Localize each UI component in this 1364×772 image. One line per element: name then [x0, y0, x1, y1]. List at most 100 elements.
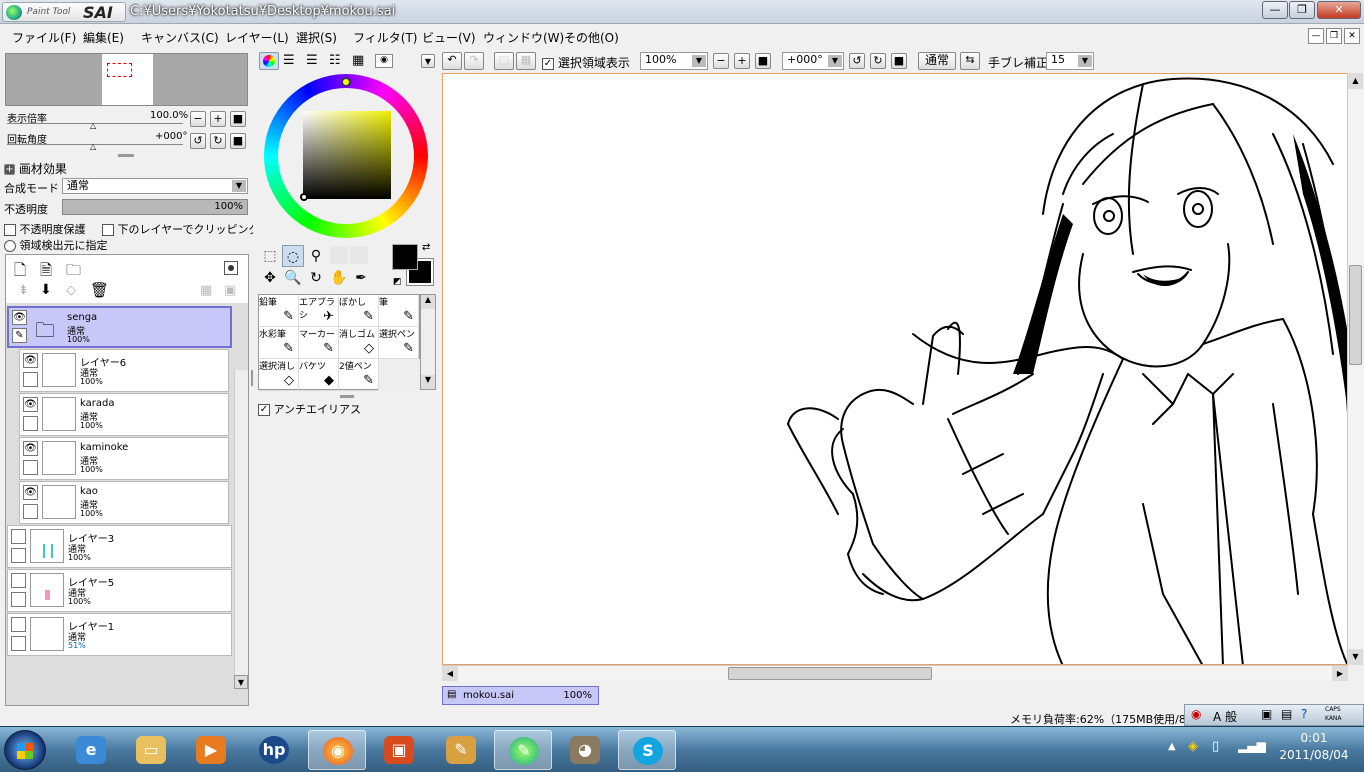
menu-filter[interactable]: フィルタ(T)	[353, 29, 417, 46]
taskbar-hp[interactable]: hp	[245, 730, 303, 770]
zoom-reset-button[interactable]: ■	[755, 53, 771, 69]
rotate-left-button[interactable]: ↺	[849, 53, 865, 69]
tray-network-icon[interactable]: ▂▄▆	[1238, 739, 1266, 753]
rotate-right-button[interactable]: ↻	[870, 53, 886, 69]
flip-button[interactable]: ⇆	[960, 52, 980, 70]
close-button[interactable]: ✕	[1317, 1, 1361, 19]
taskbar-media[interactable]: ▶	[182, 730, 240, 770]
taskbar-app[interactable]: ▣	[370, 730, 428, 770]
rotate-left-button[interactable]: ↺	[190, 133, 206, 149]
layer-item-karada[interactable]: 👁 karada 通常 100%	[19, 393, 229, 436]
transparent-color-icon[interactable]: ◩	[393, 277, 402, 287]
drawing-canvas[interactable]	[442, 73, 1348, 665]
angle-select[interactable]: +000° ▼	[782, 52, 844, 70]
new-folder-icon[interactable]: 🗀	[66, 260, 81, 285]
stabilizer-select[interactable]: 15 ▼	[1046, 52, 1094, 70]
hand-icon[interactable]: ✋	[328, 267, 350, 289]
tool-eraser[interactable]: 消しゴム ◇	[339, 327, 379, 359]
lock-checkbox[interactable]	[23, 416, 38, 431]
horizontal-scroll-thumb[interactable]	[728, 667, 932, 680]
rotate-reset-button[interactable]: ■	[230, 133, 246, 149]
visibility-checkbox[interactable]	[11, 573, 26, 588]
layer-item-kao[interactable]: 👁 kao 通常 100%	[19, 481, 229, 524]
tool-select-pen[interactable]: 選択ペン ✎	[379, 327, 419, 359]
taskbar-skype[interactable]: S	[618, 730, 676, 770]
layer-item-layer1[interactable]: レイヤー1 通常 51%	[7, 613, 232, 656]
tool-bucket[interactable]: バケツ ◆	[299, 359, 339, 391]
tool-pencil[interactable]: 鉛筆 ✎	[259, 295, 299, 327]
merge-down-icon[interactable]: ⬇	[40, 282, 52, 298]
mdi-close-button[interactable]: ✕	[1344, 28, 1360, 44]
eye-icon[interactable]: 👁	[12, 310, 27, 325]
rect-select-icon[interactable]: ⬚	[259, 245, 281, 267]
zoom-in-button[interactable]: +	[734, 53, 750, 69]
layer-scrollbar[interactable]	[234, 370, 248, 683]
rotate-right-button[interactable]: ↻	[210, 133, 226, 149]
vertical-scrollbar[interactable]: ▲ ▼	[1347, 73, 1363, 665]
layer-item-layer6[interactable]: 👁 レイヤー6 通常 100%	[19, 349, 229, 392]
navigator[interactable]	[5, 53, 248, 106]
ime-help-icon[interactable]: ?	[1301, 707, 1307, 721]
swap-colors-icon[interactable]: ⇄	[422, 242, 430, 253]
layer-item-senga[interactable]: 👁 ✎ 🗀 senga 通常 100%	[7, 306, 232, 348]
antialias-option[interactable]: ✓ アンチエイリアス	[258, 401, 361, 417]
navigator-viewport[interactable]	[107, 63, 132, 77]
tool-select-eraser[interactable]: 選択消し ◇	[259, 359, 299, 391]
start-button[interactable]	[4, 730, 46, 770]
eye-icon[interactable]: 👁	[23, 441, 38, 456]
tool-watercolor[interactable]: 水彩筆 ✎	[259, 327, 299, 359]
menu-window[interactable]: ウィンドウ(W)	[483, 29, 564, 46]
ime-tools-icon[interactable]: ▣	[1261, 707, 1272, 721]
brush-icon[interactable]: ✎	[12, 328, 27, 343]
protect-opacity-checkbox[interactable]	[4, 224, 16, 236]
ime-mode[interactable]: A 般	[1213, 708, 1237, 725]
menu-layer[interactable]: レイヤー(L)	[225, 29, 289, 46]
zoom-select[interactable]: 100% ▼	[640, 52, 708, 70]
lock-checkbox[interactable]	[23, 372, 38, 387]
hsv-slider-tab[interactable]: ☰	[306, 53, 318, 68]
horizontal-scrollbar[interactable]: ◀ ▶	[442, 665, 1348, 681]
ime-dict-icon[interactable]: ▤	[1281, 707, 1292, 721]
menu-canvas[interactable]: キャンバス(C)	[141, 29, 219, 46]
saturation-value-square[interactable]	[303, 111, 391, 199]
rotate-slider-handle[interactable]: △	[90, 142, 96, 151]
zoom-slider-handle[interactable]: △	[90, 121, 96, 130]
new-layer-icon[interactable]: 🗋	[14, 260, 26, 285]
eye-icon[interactable]: 👁	[23, 397, 38, 412]
scroll-down-button[interactable]: ▼	[1348, 649, 1363, 665]
layer-item-layer5[interactable]: レイヤー5 通常 100%	[7, 569, 232, 612]
tray-security-icon[interactable]: ◈	[1188, 739, 1198, 754]
visibility-checkbox[interactable]	[11, 617, 26, 632]
document-tab[interactable]: ▤ mokou.sai 100%	[442, 686, 599, 705]
eye-icon[interactable]: 👁	[23, 353, 38, 368]
rotate-icon[interactable]: ↻	[305, 267, 327, 289]
lock-checkbox[interactable]	[11, 636, 26, 651]
color-hue-ring[interactable]	[264, 74, 428, 238]
normal-mode-button[interactable]: 通常	[918, 52, 956, 70]
move-icon[interactable]: ✥	[259, 267, 281, 289]
lock-checkbox[interactable]	[23, 504, 38, 519]
tool-blur[interactable]: ぼかし ✎	[339, 295, 379, 327]
taskbar-ie[interactable]: e	[62, 730, 120, 770]
sv-handle[interactable]	[300, 193, 308, 201]
rotate-reset-button[interactable]: ■	[891, 53, 907, 69]
clock[interactable]: 0:01 2011/08/04	[1266, 731, 1362, 762]
ime-icon[interactable]: ◉	[1191, 707, 1201, 721]
clipping-checkbox[interactable]	[102, 224, 114, 236]
selection-source-radio[interactable]	[4, 240, 16, 252]
minimize-button[interactable]: —	[1262, 1, 1288, 19]
panel-splitter[interactable]	[340, 395, 354, 398]
opacity-slider[interactable]: 100%	[62, 199, 248, 215]
taskbar-explorer[interactable]: ▭	[122, 730, 180, 770]
menu-edit[interactable]: 編集(E)	[83, 29, 124, 46]
texture-expander[interactable]: + 画材効果	[4, 160, 67, 177]
trash-icon[interactable]: 🗑	[90, 281, 109, 299]
toolbar-menu-button[interactable]: ▼	[421, 54, 435, 68]
brush-scrollbar[interactable]: ▲ ▼	[420, 294, 436, 390]
mdi-minimize-button[interactable]: —	[1308, 28, 1324, 44]
eye-icon[interactable]: 👁	[23, 485, 38, 500]
protect-opacity-option[interactable]: 不透明度保護	[4, 221, 86, 237]
scroll-up-button[interactable]: ▲	[1348, 73, 1363, 89]
tray-device-icon[interactable]: ▯	[1212, 739, 1219, 754]
lock-checkbox[interactable]	[23, 460, 38, 475]
